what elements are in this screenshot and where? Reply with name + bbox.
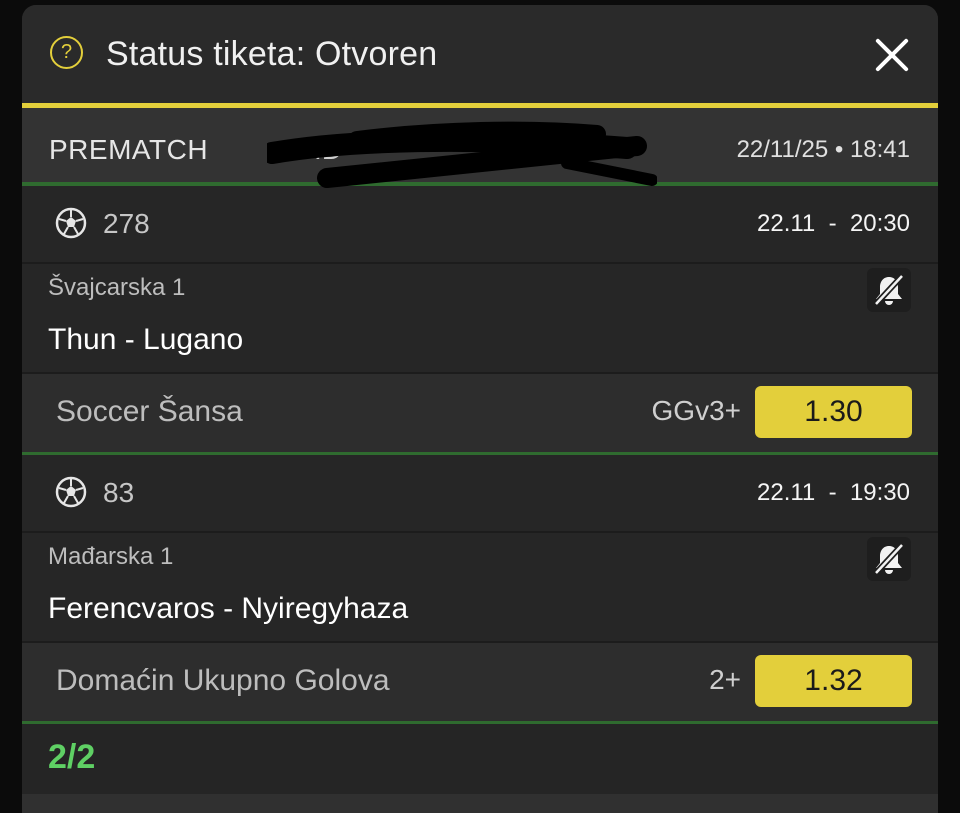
ticket-footer: 2/2: [22, 724, 938, 794]
event-count: 2/2: [48, 738, 96, 776]
soccer-ball-icon: [55, 476, 87, 508]
event-code: 278: [103, 208, 150, 239]
soccer-ball-icon: [55, 207, 87, 239]
bell-off-icon: [873, 273, 905, 307]
odds-value: 1.30: [755, 386, 912, 438]
event-header: 83 22.11 - 19:30: [22, 455, 938, 533]
odds-value: 1.32: [755, 655, 912, 707]
bet-market: Soccer Šansa: [56, 395, 243, 428]
event-time: 22.11 - 20:30: [757, 210, 910, 237]
notification-toggle[interactable]: [867, 268, 911, 312]
bet-pick: GGv3+: [651, 395, 741, 426]
match-teams: Thun - Lugano: [48, 323, 244, 356]
ticket-datetime: 22/11/25 • 18:41: [736, 136, 910, 163]
league-name: Švajcarska 1: [48, 274, 186, 301]
bet-market: Domaćin Ukupno Golova: [56, 664, 390, 697]
bet-pick: 2+: [709, 664, 741, 695]
close-icon[interactable]: [874, 37, 910, 73]
bottom-strip: [22, 794, 938, 813]
league-name: Mađarska 1: [48, 543, 174, 570]
ticket-info-bar: PREMATCH ID 22/11/25 • 18:41: [22, 108, 938, 188]
ticket-status-modal: ? Status tiketa: Otvoren PREMATCH ID 22/…: [22, 5, 938, 813]
event-card: 83 22.11 - 19:30 Mađarska 1 Ferencvaros …: [22, 455, 938, 724]
bell-off-icon: [873, 542, 905, 576]
event-code: 83: [103, 477, 135, 508]
notification-toggle[interactable]: [867, 537, 911, 581]
event-details: Mađarska 1 Ferencvaros - Nyiregyhaza: [22, 533, 938, 643]
modal-title: Status tiketa: Otvoren: [106, 35, 438, 73]
event-details: Švajcarska 1 Thun - Lugano: [22, 264, 938, 374]
modal-header: ? Status tiketa: Otvoren: [22, 5, 938, 108]
bet-selection: Soccer Šansa GGv3+ 1.30: [22, 374, 938, 455]
match-teams: Ferencvaros - Nyiregyhaza: [48, 592, 409, 625]
ticket-type: PREMATCH: [49, 134, 209, 165]
event-card: 278 22.11 - 20:30 Švajcarska 1 Thun - Lu…: [22, 186, 938, 455]
event-header: 278 22.11 - 20:30: [22, 186, 938, 264]
bet-selection: Domaćin Ukupno Golova 2+ 1.32: [22, 643, 938, 724]
help-icon[interactable]: ?: [50, 36, 83, 69]
event-time: 22.11 - 19:30: [757, 479, 910, 506]
